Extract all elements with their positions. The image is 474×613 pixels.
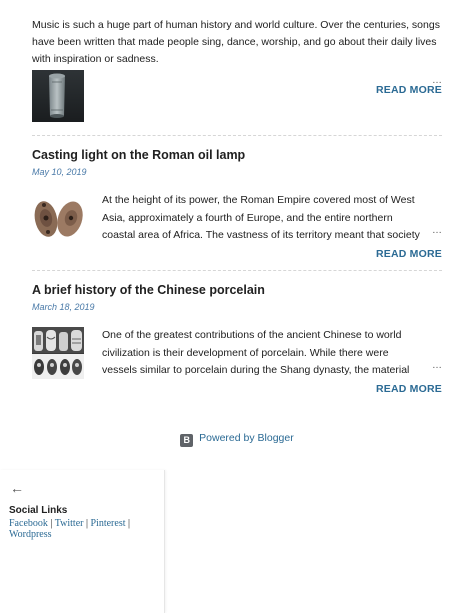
read-more-link[interactable]: READ MORE [376, 84, 442, 96]
oil-lamp-image [32, 193, 84, 243]
intro-post: Music is such a huge part of human histo… [32, 17, 442, 86]
post-date[interactable]: March 18, 2019 [32, 301, 95, 313]
post-thumbnail-instrument[interactable] [32, 70, 84, 122]
post-title-link[interactable]: A brief history of the Chinese porcelain [32, 282, 265, 298]
link-separator: | [128, 518, 131, 529]
post-snippet-text: At the height of its power, the Roman Em… [102, 194, 420, 241]
social-link-pinterest[interactable]: Pinterest [91, 518, 126, 529]
read-more-link[interactable]: READ MORE [376, 383, 442, 395]
post-title-link[interactable]: Casting light on the Roman oil lamp [32, 147, 245, 163]
post-snippet-text: One of the greatest contributions of the… [102, 329, 410, 376]
social-link-facebook[interactable]: Facebook [9, 518, 48, 529]
powered-by-label[interactable]: Powered by Blogger [199, 432, 294, 444]
blogger-icon: B [180, 434, 194, 447]
social-links-title: Social Links [9, 505, 68, 516]
post-divider [32, 135, 442, 136]
read-more-link[interactable]: READ MORE [376, 248, 442, 260]
sidebar-panel: ← Social Links Facebook | Twitter | Pint… [0, 470, 165, 613]
social-link-twitter[interactable]: Twitter [55, 518, 84, 529]
ellipsis-more[interactable]: … [426, 357, 442, 375]
post-thumbnail-porcelain[interactable] [32, 327, 84, 379]
back-arrow-icon[interactable]: ← [10, 480, 24, 496]
powered-by-blogger[interactable]: B Powered by Blogger [0, 432, 474, 447]
post-date[interactable]: May 10, 2019 [32, 166, 87, 178]
link-separator: | [85, 518, 88, 529]
post-divider [32, 270, 442, 271]
social-links-list: Facebook | Twitter | Pinterest | Wordpre… [9, 518, 159, 540]
post-snippet: Music is such a huge part of human histo… [32, 19, 440, 65]
post-snippet: One of the greatest contributions of the… [84, 327, 442, 379]
ellipsis-more[interactable]: … [426, 222, 442, 240]
link-separator: | [50, 518, 53, 529]
post-thumbnail-lamp[interactable] [32, 193, 84, 243]
post-snippet: At the height of its power, the Roman Em… [84, 192, 442, 244]
social-link-wordpress[interactable]: Wordpress [9, 529, 52, 540]
instrument-image [32, 70, 84, 122]
porcelain-image [32, 327, 84, 379]
